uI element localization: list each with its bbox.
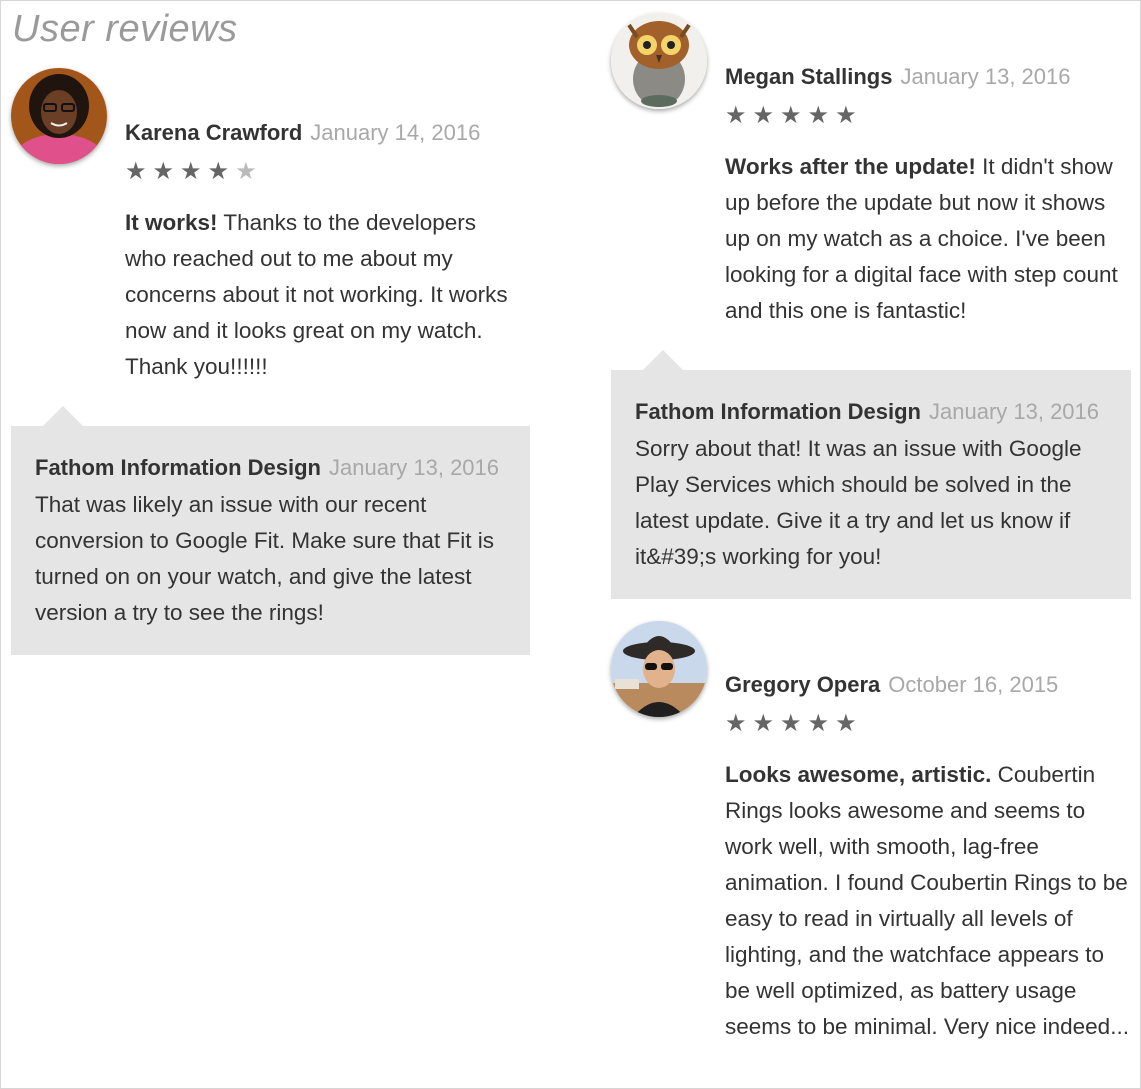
author-name[interactable]: Megan Stallings: [725, 64, 892, 89]
review-body: It didn't show up before the update but …: [725, 154, 1118, 323]
reply-text: That was likely an issue with our recent…: [35, 492, 494, 625]
star-filled-icon: ★: [752, 102, 775, 129]
review-body: Thanks to the developers who reached out…: [125, 210, 508, 379]
review-text: Looks awesome, artistic. Coubertin Rings…: [725, 757, 1130, 1045]
review-body: Coubertin Rings looks awesome and seems …: [725, 762, 1129, 1039]
author-name[interactable]: Gregory Opera: [725, 672, 880, 697]
star-rating: ★ ★ ★ ★ ★: [725, 104, 857, 128]
star-filled-icon: ★: [725, 102, 747, 129]
review-date: January 13, 2016: [900, 64, 1071, 89]
reply-text: Sorry about that! It was an issue with G…: [635, 436, 1082, 569]
avatar-photo: [611, 13, 707, 109]
review-header: Megan Stallings January 13, 2016: [725, 64, 1071, 90]
review-date: January 14, 2016: [310, 120, 481, 145]
reply-header: Fathom Information Design January 13, 201…: [635, 399, 1099, 425]
star-filled-icon: ★: [780, 102, 802, 129]
star-rating: ★ ★ ★ ★ ★: [125, 160, 257, 184]
star-filled-icon: ★: [835, 710, 857, 737]
star-filled-icon: ★: [807, 102, 830, 129]
review-text: It works! Thanks to the developers who r…: [125, 205, 520, 385]
star-filled-icon: ★: [152, 158, 175, 185]
star-empty-icon: ★: [235, 158, 257, 185]
reply-author: Fathom Information Design: [35, 455, 321, 480]
star-filled-icon: ★: [807, 710, 830, 737]
author-name[interactable]: Karena Crawford: [125, 120, 302, 145]
review-header: Karena Crawford January 14, 2016: [125, 120, 480, 146]
review-header: Gregory Opera October 16, 2015: [725, 672, 1058, 698]
avatar-photo: [11, 68, 107, 164]
review-date: October 16, 2015: [888, 672, 1059, 697]
avatar[interactable]: [611, 621, 707, 717]
reply-header: Fathom Information Design January 13, 201…: [35, 455, 499, 481]
developer-reply: Fathom Information Design January 13, 201…: [611, 350, 1131, 599]
reply-notch: [43, 406, 83, 426]
star-filled-icon: ★: [780, 710, 802, 737]
reply-date: January 13, 2016: [329, 455, 500, 480]
review-headline: Works after the update!: [725, 154, 976, 179]
reply-author: Fathom Information Design: [635, 399, 921, 424]
review-headline: Looks awesome, artistic.: [725, 762, 992, 787]
star-rating: ★ ★ ★ ★ ★: [725, 712, 857, 736]
star-filled-icon: ★: [180, 158, 202, 185]
star-filled-icon: ★: [725, 710, 747, 737]
avatar[interactable]: [611, 13, 707, 109]
section-title: User reviews: [12, 8, 238, 50]
avatar-photo: [611, 621, 707, 717]
reply-date: January 13, 2016: [929, 399, 1100, 424]
reply-notch: [643, 350, 683, 370]
review-text: Works after the update! It didn't show u…: [725, 149, 1130, 329]
star-filled-icon: ★: [125, 158, 147, 185]
avatar[interactable]: [11, 68, 107, 164]
review-headline: It works!: [125, 210, 218, 235]
star-filled-icon: ★: [752, 710, 775, 737]
developer-reply: Fathom Information Design January 13, 201…: [11, 406, 530, 655]
star-filled-icon: ★: [207, 158, 230, 185]
star-filled-icon: ★: [835, 102, 857, 129]
